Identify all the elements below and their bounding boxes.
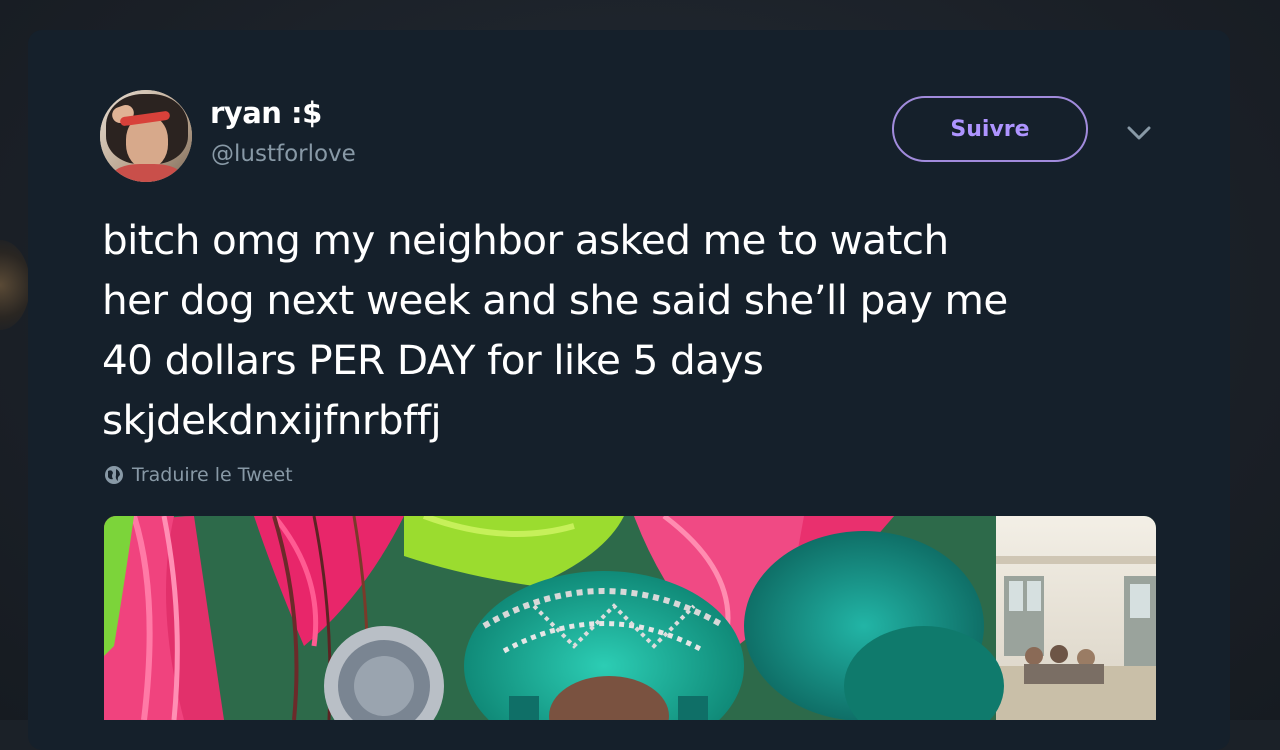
tweet-photo[interactable] — [104, 516, 1156, 720]
author-handle[interactable]: @lustforlove — [211, 141, 356, 167]
avatar[interactable] — [100, 90, 192, 182]
author-display-name[interactable]: ryan :$ — [210, 96, 322, 130]
globe-icon — [104, 465, 124, 485]
chevron-down-icon[interactable] — [1124, 120, 1154, 146]
tweet-text: bitch omg my neighbor asked me to watch … — [102, 210, 1172, 450]
translate-tweet-link[interactable]: Traduire le Tweet — [104, 464, 293, 486]
translate-tweet-label[interactable]: Traduire le Tweet — [132, 464, 293, 486]
follow-button[interactable]: Suivre — [892, 96, 1088, 162]
